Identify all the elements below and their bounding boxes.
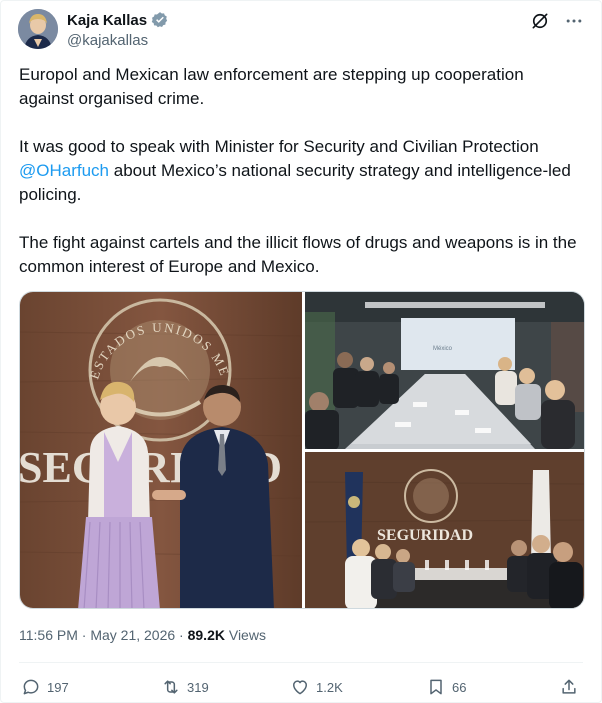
photo-meeting-room-image: México — [305, 292, 584, 449]
author-display-name[interactable]: Kaja Kallas — [67, 12, 147, 29]
bookmark-count: 66 — [452, 679, 467, 695]
verified-badge-icon[interactable] — [151, 11, 169, 29]
top-actions — [529, 10, 585, 32]
avatar[interactable] — [18, 9, 58, 49]
repost-icon — [164, 680, 178, 694]
like-count: 1.2K — [316, 679, 343, 695]
author-name-row: Kaja Kallas — [67, 11, 169, 29]
photo-meeting-flags-image: SEGURIDAD — [305, 452, 584, 608]
repost-button[interactable]: 319 — [161, 677, 209, 697]
grok-button[interactable] — [529, 10, 551, 32]
tweet-paragraph-3: The fight against cartels and the illici… — [19, 233, 577, 276]
photo-meeting-flags[interactable]: SEGURIDAD — [305, 452, 584, 608]
grok-icon — [532, 13, 548, 29]
bottom-wall-text: SEGURIDAD — [377, 527, 473, 544]
views-label: Views — [224, 627, 266, 643]
action-bar: 197 319 1.2K 66 — [1, 673, 602, 703]
more-horizontal-icon — [566, 19, 582, 23]
post-meta: 11:56 PM · May 21, 2026 · 89.2K Views — [19, 627, 266, 643]
photo-meeting-room[interactable]: México — [305, 292, 584, 449]
mention-link[interactable]: @OHarfuch — [19, 161, 109, 180]
share-button[interactable] — [559, 677, 579, 697]
tweet-paragraph-2-start: It was good to speak with Minister for S… — [19, 137, 539, 156]
divider — [19, 662, 583, 663]
bookmark-icon — [430, 679, 442, 695]
repost-count: 319 — [187, 679, 209, 695]
reply-count: 197 — [47, 679, 69, 695]
tweet-paragraph-2: It was good to speak with Minister for S… — [19, 135, 579, 207]
like-button[interactable]: 1.2K — [290, 677, 343, 697]
more-options-button[interactable] — [563, 10, 585, 32]
author-handle[interactable]: @kajakallas — [67, 32, 148, 49]
tweet-paragraph-1: Europol and Mexican law enforcement are … — [19, 65, 524, 108]
share-icon — [562, 679, 576, 694]
tweet-card: Kaja Kallas @kajakallas Europol and Mexi… — [0, 0, 602, 703]
avatar-portrait — [18, 9, 58, 49]
tweet-text: Europol and Mexican law enforcement are … — [19, 63, 579, 303]
photo-handshake-image: ESTADOS UNIDOS MEXICANOS SEGURIDAD — [20, 292, 302, 608]
photo-handshake[interactable]: ESTADOS UNIDOS MEXICANOS SEGURIDAD — [20, 292, 302, 608]
screen-text: México — [433, 346, 453, 352]
reply-button[interactable]: 197 — [21, 677, 69, 697]
views-count: 89.2K — [187, 627, 225, 643]
post-timestamp[interactable]: 11:56 PM · May 21, 2026 · — [19, 627, 188, 643]
heart-icon — [293, 680, 307, 695]
bookmark-button[interactable]: 66 — [426, 677, 466, 697]
media-grid: ESTADOS UNIDOS MEXICANOS SEGURIDAD — [19, 291, 585, 609]
reply-icon — [23, 679, 39, 695]
